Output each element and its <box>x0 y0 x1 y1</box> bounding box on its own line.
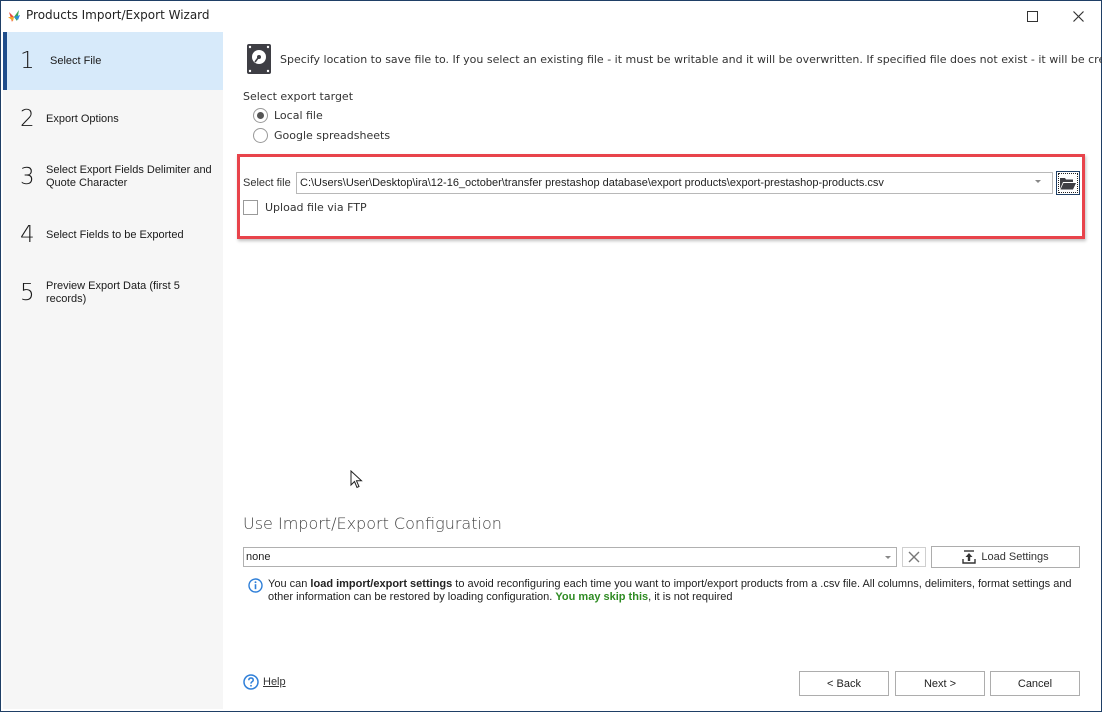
info-suffix: , it is not required <box>648 591 733 603</box>
hard-drive-icon <box>247 44 271 74</box>
radio-button[interactable] <box>253 108 268 123</box>
maximize-button[interactable] <box>1009 1 1055 31</box>
step-preview[interactable]: 5 Preview Export Data (first 5 records) <box>3 264 223 322</box>
step-label: Preview Export Data (first 5 records) <box>46 280 180 305</box>
help-icon <box>243 674 259 690</box>
ftp-checkbox[interactable] <box>243 200 258 215</box>
step-label: Select Fields to be Exported <box>46 228 184 241</box>
info-icon <box>248 578 263 593</box>
cancel-button[interactable]: Cancel <box>990 671 1080 696</box>
upload-icon <box>962 550 977 564</box>
ftp-label: Upload file via FTP <box>265 201 367 214</box>
back-button[interactable]: < Back <box>799 671 889 696</box>
ftp-upload-toggle[interactable]: Upload file via FTP <box>243 200 367 215</box>
next-button[interactable]: Next > <box>895 671 985 696</box>
chevron-down-icon[interactable] <box>885 556 891 559</box>
config-info-text: You can load import/export settings to a… <box>268 578 1078 604</box>
folder-open-icon <box>1060 177 1076 189</box>
chevron-down-icon[interactable] <box>1035 180 1041 183</box>
browse-button[interactable] <box>1056 171 1080 195</box>
radio-local-file[interactable]: Local file <box>253 108 323 123</box>
close-icon <box>1072 10 1084 22</box>
step-number: 2 <box>20 106 35 132</box>
config-select[interactable]: none <box>243 547 897 567</box>
step-number: 1 <box>20 48 35 74</box>
main-content: Specify location to save file to. If you… <box>223 32 1102 711</box>
app-logo-icon <box>8 10 20 22</box>
skip-hint: You may skip this <box>555 591 649 603</box>
step-number: 5 <box>20 280 35 306</box>
mouse-cursor-icon <box>350 470 363 489</box>
radio-google-spreadsheets[interactable]: Google spreadsheets <box>253 128 390 143</box>
wizard-steps-sidebar: 1 Select File 2 Export Options 3 Select … <box>3 32 223 709</box>
window-title: Products Import/Export Wizard <box>26 8 210 22</box>
load-settings-button[interactable]: Load Settings <box>931 546 1080 568</box>
highlight-annotation <box>237 154 1085 239</box>
radio-button[interactable] <box>253 128 268 143</box>
maximize-icon <box>1026 10 1038 22</box>
title-bar: Products Import/Export Wizard <box>1 1 1101 31</box>
step-select-file[interactable]: 1 Select File <box>3 32 223 90</box>
info-prefix: You can <box>268 578 311 590</box>
wizard-window: Products Import/Export Wizard 1 Select F… <box>0 0 1102 712</box>
radio-label: Google spreadsheets <box>274 129 391 142</box>
intro-text: Specify location to save file to. If you… <box>280 53 1102 66</box>
info-bold: load import/export settings <box>310 578 453 590</box>
step-number: 3 <box>20 164 35 190</box>
step-select-fields[interactable]: 4 Select Fields to be Exported <box>3 206 223 264</box>
help-label: Help <box>263 676 286 688</box>
step-label: Export Options <box>46 112 119 125</box>
select-file-label: Select file <box>243 177 291 189</box>
step-export-options[interactable]: 2 Export Options <box>3 90 223 148</box>
radio-label: Local file <box>274 109 323 122</box>
config-section-title: Use Import/Export Configuration <box>243 514 502 533</box>
clear-icon <box>908 551 920 563</box>
help-link[interactable]: Help <box>243 674 286 690</box>
load-settings-label: Load Settings <box>981 551 1049 563</box>
step-label: Select File <box>50 54 102 67</box>
clear-config-button[interactable] <box>902 547 926 567</box>
export-target-label: Select export target <box>243 90 354 103</box>
step-number: 4 <box>20 222 35 248</box>
step-label: Select Export Fields Delimiter and Quote… <box>46 164 212 189</box>
step-delimiter[interactable]: 3 Select Export Fields Delimiter and Quo… <box>3 148 223 206</box>
close-button[interactable] <box>1055 1 1101 31</box>
file-path-input[interactable]: C:\Users\User\Desktop\ira\12-16_october\… <box>296 172 1053 194</box>
